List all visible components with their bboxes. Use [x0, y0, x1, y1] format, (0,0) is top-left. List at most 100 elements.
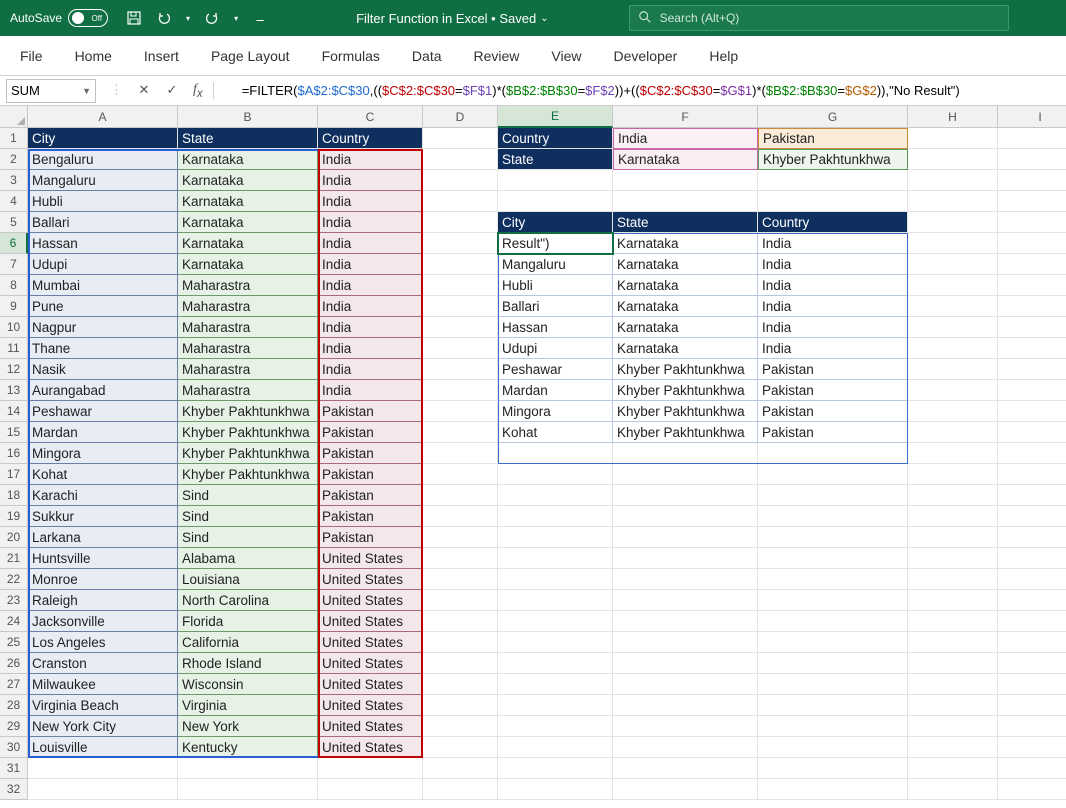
cell-B30[interactable]: Kentucky: [178, 737, 318, 758]
cell-C7[interactable]: India: [318, 254, 423, 275]
cell-A20[interactable]: Larkana: [28, 527, 178, 548]
cell-C25[interactable]: United States: [318, 632, 423, 653]
cell-I1[interactable]: [998, 128, 1066, 149]
cell-I3[interactable]: [998, 170, 1066, 191]
cell-D22[interactable]: [423, 569, 498, 590]
cell-H31[interactable]: [908, 758, 998, 779]
cell-H11[interactable]: [908, 338, 998, 359]
cell-I14[interactable]: [998, 401, 1066, 422]
cell-E25[interactable]: [498, 632, 613, 653]
autosave-toggle[interactable]: AutoSave Off: [0, 9, 118, 27]
cell-A4[interactable]: Hubli: [28, 191, 178, 212]
cell-H15[interactable]: [908, 422, 998, 443]
cell-G10[interactable]: India: [758, 317, 908, 338]
cell-H32[interactable]: [908, 779, 998, 800]
cell-I26[interactable]: [998, 653, 1066, 674]
cell-E15[interactable]: Kohat: [498, 422, 613, 443]
cell-G6[interactable]: India: [758, 233, 908, 254]
cell-E14[interactable]: Mingora: [498, 401, 613, 422]
cell-C12[interactable]: India: [318, 359, 423, 380]
cell-I13[interactable]: [998, 380, 1066, 401]
cell-G5[interactable]: Country: [758, 212, 908, 233]
cell-E19[interactable]: [498, 506, 613, 527]
cell-F26[interactable]: [613, 653, 758, 674]
cell-D23[interactable]: [423, 590, 498, 611]
cell-A13[interactable]: Aurangabad: [28, 380, 178, 401]
row-header-11[interactable]: 11: [0, 338, 28, 359]
cell-B23[interactable]: North Carolina: [178, 590, 318, 611]
cell-A6[interactable]: Hassan: [28, 233, 178, 254]
cell-F10[interactable]: Karnataka: [613, 317, 758, 338]
cell-G26[interactable]: [758, 653, 908, 674]
cell-E12[interactable]: Peshawar: [498, 359, 613, 380]
cell-D32[interactable]: [423, 779, 498, 800]
cell-C16[interactable]: Pakistan: [318, 443, 423, 464]
cell-I22[interactable]: [998, 569, 1066, 590]
cell-C20[interactable]: Pakistan: [318, 527, 423, 548]
cell-I16[interactable]: [998, 443, 1066, 464]
cell-A27[interactable]: Milwaukee: [28, 674, 178, 695]
row-header-25[interactable]: 25: [0, 632, 28, 653]
column-header-F[interactable]: F: [613, 106, 758, 128]
row-header-6[interactable]: 6: [0, 233, 28, 254]
cell-F27[interactable]: [613, 674, 758, 695]
tab-formulas[interactable]: Formulas: [322, 48, 380, 64]
cell-C6[interactable]: India: [318, 233, 423, 254]
cell-H14[interactable]: [908, 401, 998, 422]
row-header-2[interactable]: 2: [0, 149, 28, 170]
cell-F2[interactable]: Karnataka: [613, 149, 758, 170]
cell-E27[interactable]: [498, 674, 613, 695]
cell-A5[interactable]: Ballari: [28, 212, 178, 233]
row-header-23[interactable]: 23: [0, 590, 28, 611]
cell-H30[interactable]: [908, 737, 998, 758]
cell-G20[interactable]: [758, 527, 908, 548]
row-header-12[interactable]: 12: [0, 359, 28, 380]
cell-C11[interactable]: India: [318, 338, 423, 359]
cell-H16[interactable]: [908, 443, 998, 464]
cell-F21[interactable]: [613, 548, 758, 569]
cell-A7[interactable]: Udupi: [28, 254, 178, 275]
cell-G19[interactable]: [758, 506, 908, 527]
cell-H6[interactable]: [908, 233, 998, 254]
cell-D6[interactable]: [423, 233, 498, 254]
cell-I24[interactable]: [998, 611, 1066, 632]
cell-I31[interactable]: [998, 758, 1066, 779]
cell-I17[interactable]: [998, 464, 1066, 485]
cell-F29[interactable]: [613, 716, 758, 737]
cell-F8[interactable]: Karnataka: [613, 275, 758, 296]
row-header-27[interactable]: 27: [0, 674, 28, 695]
cell-E6[interactable]: Result"): [498, 233, 613, 254]
enter-icon[interactable]: ✓: [165, 82, 179, 98]
cell-G13[interactable]: Pakistan: [758, 380, 908, 401]
cell-A25[interactable]: Los Angeles: [28, 632, 178, 653]
cell-H23[interactable]: [908, 590, 998, 611]
cell-A26[interactable]: Cranston: [28, 653, 178, 674]
cell-E29[interactable]: [498, 716, 613, 737]
cell-B18[interactable]: Sind: [178, 485, 318, 506]
cell-C22[interactable]: United States: [318, 569, 423, 590]
cell-H7[interactable]: [908, 254, 998, 275]
cell-I20[interactable]: [998, 527, 1066, 548]
cell-A31[interactable]: [28, 758, 178, 779]
cell-C15[interactable]: Pakistan: [318, 422, 423, 443]
cell-H4[interactable]: [908, 191, 998, 212]
cell-E2[interactable]: State: [498, 149, 613, 170]
cell-F32[interactable]: [613, 779, 758, 800]
cell-D25[interactable]: [423, 632, 498, 653]
tab-view[interactable]: View: [551, 48, 581, 64]
cell-F5[interactable]: State: [613, 212, 758, 233]
cell-C30[interactable]: United States: [318, 737, 423, 758]
cell-I15[interactable]: [998, 422, 1066, 443]
cell-I23[interactable]: [998, 590, 1066, 611]
cell-C19[interactable]: Pakistan: [318, 506, 423, 527]
cell-F28[interactable]: [613, 695, 758, 716]
row-header-7[interactable]: 7: [0, 254, 28, 275]
cell-B9[interactable]: Maharastra: [178, 296, 318, 317]
cell-B17[interactable]: Khyber Pakhtunkhwa: [178, 464, 318, 485]
cell-A1[interactable]: City: [28, 128, 178, 149]
cell-I25[interactable]: [998, 632, 1066, 653]
cell-A17[interactable]: Kohat: [28, 464, 178, 485]
cell-A10[interactable]: Nagpur: [28, 317, 178, 338]
cell-H25[interactable]: [908, 632, 998, 653]
cell-B16[interactable]: Khyber Pakhtunkhwa: [178, 443, 318, 464]
